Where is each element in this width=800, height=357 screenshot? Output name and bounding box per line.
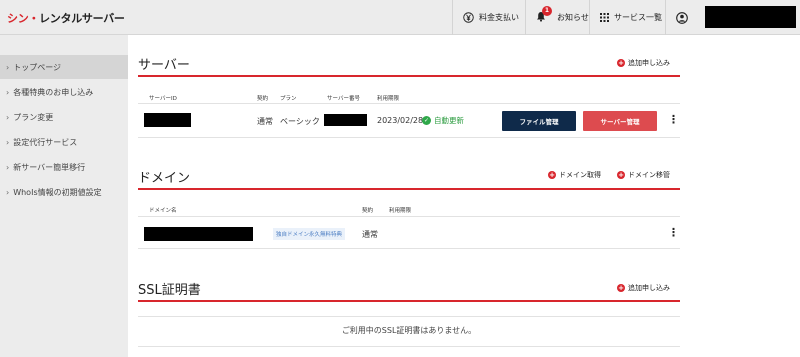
user-icon	[676, 11, 688, 24]
domain-more-icon[interactable]: ⋮	[668, 227, 679, 238]
plus-icon: +	[617, 171, 625, 179]
table-divider	[138, 216, 680, 217]
col-expiry: 利用期限	[377, 96, 400, 102]
plus-icon: +	[617, 284, 625, 292]
col-server-id: サーバーID	[149, 96, 177, 102]
chevron-right-icon: ›	[6, 187, 10, 197]
col-plan: プラン	[280, 96, 297, 102]
col-contract: 契約	[257, 96, 269, 102]
server-add-link[interactable]: + 追加申し込み	[617, 58, 670, 68]
table-divider	[138, 103, 680, 104]
col-server-number: サーバー番号	[327, 96, 360, 102]
server-manager-button[interactable]: サーバー管理	[583, 111, 657, 131]
ssl-empty-message: ご利用中のSSL証明書はありません。	[341, 326, 477, 335]
news-badge: 1	[542, 6, 552, 16]
sidebar: › トップページ › 各種特典のお申し込み › プラン変更 › 設定代行サービス…	[0, 35, 128, 357]
table-divider	[138, 137, 680, 138]
server-plan: ベーシック	[280, 117, 320, 126]
chevron-right-icon: ›	[6, 162, 10, 172]
sidebar-item-setup-service[interactable]: › 設定代行サービス	[0, 130, 128, 154]
server-more-icon[interactable]: ⋮	[668, 114, 679, 125]
sidebar-item-top[interactable]: › トップページ	[0, 55, 128, 79]
sidebar-item-plan-change[interactable]: › プラン変更	[0, 105, 128, 129]
table-divider	[138, 316, 680, 317]
top-header: シン・レンタルサーバー 料金支払い 1 お知らせ サービス一覧	[0, 0, 800, 35]
ssl-add-link[interactable]: + 追加申し込み	[617, 283, 670, 293]
auto-renew-status: ✓ 自動更新	[422, 116, 464, 125]
free-domain-badge: 独自ドメイン永久無料特典	[273, 228, 346, 240]
server-expiry: 2023/02/28	[377, 116, 424, 125]
domain-transfer-link[interactable]: + ドメイン移管	[617, 170, 670, 180]
domain-acquire-link[interactable]: + ドメイン取得	[548, 170, 601, 180]
chevron-right-icon: ›	[6, 62, 10, 72]
chevron-right-icon: ›	[6, 112, 10, 122]
chevron-right-icon: ›	[6, 137, 10, 147]
redacted-server-id	[144, 113, 191, 127]
plus-icon: +	[617, 59, 625, 67]
payment-link[interactable]: 料金支払い	[452, 0, 525, 35]
col-domain-contract: 契約	[362, 208, 374, 214]
grid-icon	[600, 13, 609, 22]
server-section-title: サーバー	[138, 58, 190, 73]
redacted-username	[705, 6, 796, 28]
sidebar-item-benefits[interactable]: › 各種特典のお申し込み	[0, 80, 128, 104]
yen-icon	[463, 12, 474, 23]
sidebar-item-migration[interactable]: › 新サーバー簡単移行	[0, 155, 128, 179]
server-section-rule	[138, 75, 680, 77]
redacted-domain-name	[144, 227, 253, 241]
chevron-right-icon: ›	[6, 87, 10, 97]
sidebar-item-whois[interactable]: › WhoIs情報の初期値設定	[0, 180, 128, 204]
plus-icon: +	[548, 171, 556, 179]
ssl-section-rule	[138, 300, 680, 302]
check-icon: ✓	[422, 116, 431, 125]
col-domain-name: ドメイン名	[149, 208, 177, 214]
table-divider	[138, 248, 680, 249]
payment-label: 料金支払い	[479, 13, 519, 22]
file-manager-button[interactable]: ファイル管理	[502, 111, 576, 131]
domain-section-title: ドメイン	[138, 171, 191, 186]
news-link[interactable]: 1 お知らせ	[525, 0, 589, 35]
redacted-server-number	[324, 114, 367, 126]
table-divider	[138, 346, 680, 347]
domain-contract: 通常	[362, 230, 378, 239]
service-list-label: サービス一覧	[614, 13, 662, 22]
service-list-link[interactable]: サービス一覧	[589, 0, 665, 35]
server-contract: 通常	[257, 117, 273, 126]
domain-section-rule	[138, 188, 680, 190]
ssl-section-title: SSL証明書	[138, 283, 201, 298]
news-label: お知らせ	[557, 13, 589, 22]
col-domain-expiry: 利用期限	[389, 208, 412, 214]
logo[interactable]: シン・レンタルサーバー	[7, 10, 125, 26]
